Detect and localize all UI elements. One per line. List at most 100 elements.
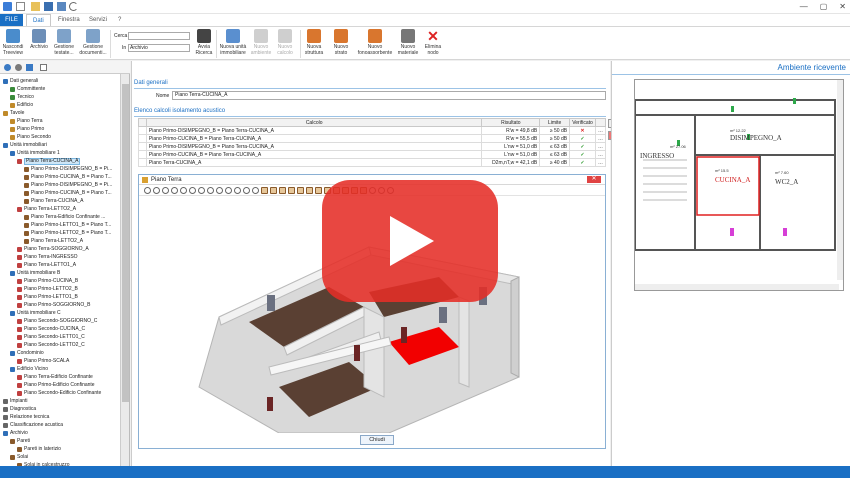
- tree-node[interactable]: Relazione tecnica: [3, 414, 49, 421]
- row-menu-button[interactable]: …: [594, 150, 607, 159]
- tree-node[interactable]: Piano Primo-LETTO2_B: [17, 286, 78, 293]
- persp-icon[interactable]: [297, 187, 304, 194]
- tree-node[interactable]: Piano Terra-CUCINA_A: [17, 158, 81, 165]
- col-calcolo[interactable]: Calcolo: [145, 118, 483, 127]
- maximize-icon[interactable]: ▢: [820, 2, 828, 11]
- tab-file[interactable]: FILE: [0, 14, 23, 26]
- archivio-button[interactable]: Archivio: [28, 29, 50, 51]
- video-play-overlay[interactable]: [322, 180, 498, 302]
- zoom-out-icon[interactable]: [153, 187, 160, 194]
- tree-node[interactable]: Pareti in laterizio: [17, 446, 61, 453]
- tree-node[interactable]: Dati generali: [3, 78, 38, 85]
- tree-node[interactable]: Piano Primo-DISIMPEGNO_B = Pi...: [24, 166, 112, 173]
- tree-node[interactable]: Diagnostica: [3, 406, 36, 413]
- row-menu-button[interactable]: …: [594, 142, 607, 151]
- cut-icon[interactable]: [306, 187, 313, 194]
- close-icon[interactable]: ✕: [839, 2, 846, 11]
- zoom-window-icon[interactable]: [162, 187, 169, 194]
- rotate-icon[interactable]: [207, 187, 214, 194]
- nuovo-fonoassorbente-button[interactable]: Nuovo fonoassorbente: [356, 29, 394, 56]
- tree-scrollbar[interactable]: [121, 74, 130, 466]
- tree-node[interactable]: Piano Secondo: [10, 134, 51, 141]
- floor-plan-view[interactable]: m² 12.22 DISIMPEGNO_A m² 27.06 m² 15.5 C…: [634, 79, 844, 291]
- expand-icon[interactable]: [15, 64, 22, 71]
- tree-node[interactable]: Piano Primo-LETTO1_B: [17, 294, 78, 301]
- table-row[interactable]: Piano Primo-DISIMPEGNO_B = Piano Terra-C…: [138, 126, 607, 135]
- tree-node[interactable]: Piano Primo-CUCINA_B = Piano T...: [24, 190, 112, 197]
- front-view-icon[interactable]: [270, 187, 277, 194]
- tree-node[interactable]: Piano Primo-DISIMPEGNO_B = Pi...: [24, 182, 112, 189]
- pan-icon[interactable]: [189, 187, 196, 194]
- tree-node[interactable]: Classificazione acustica: [3, 422, 63, 429]
- tree-node[interactable]: Edificio Vicino: [10, 366, 48, 373]
- tree-node[interactable]: Piano Terra: [10, 118, 42, 125]
- tree-node[interactable]: Unità immobiliari: [3, 142, 47, 149]
- table-row[interactable]: Piano Primo-CUCINA_B = Piano Terra-CUCIN…: [138, 134, 607, 143]
- nuovo-ambiente-button[interactable]: Nuovo ambiente: [250, 29, 272, 56]
- tree-node[interactable]: Piano Primo-SOGGIORNO_B: [17, 302, 90, 309]
- tree-node[interactable]: Impianti: [3, 398, 28, 405]
- iso-view-icon[interactable]: [288, 187, 295, 194]
- table-row[interactable]: Piano Primo-CUCINA_B = Piano Terra-CUCIN…: [138, 150, 607, 159]
- tree-node[interactable]: Committente: [10, 86, 45, 93]
- tree-node[interactable]: Unità immobiliare B: [10, 270, 60, 277]
- top-view-icon[interactable]: [261, 187, 268, 194]
- tree-node[interactable]: Piano Terra-SOGGIORNO_A: [17, 246, 89, 253]
- tab-servizi[interactable]: Servizi: [83, 14, 113, 26]
- tree-node[interactable]: Unità immobiliare 1: [10, 150, 60, 157]
- row-menu-button[interactable]: …: [594, 126, 607, 135]
- tree-node[interactable]: Piano Terra-INGRESSO: [17, 254, 78, 261]
- tree-node[interactable]: Piano Terra-LETTO2_A: [17, 206, 76, 213]
- search-scope-select[interactable]: Archivio: [128, 44, 190, 52]
- tree-node[interactable]: Piano Primo-LETTO2_B = Piano T...: [24, 230, 111, 237]
- tree-node[interactable]: Piano Terra-LETTO2_A: [24, 238, 83, 245]
- scroll-thumb[interactable]: [122, 84, 129, 402]
- minimize-icon[interactable]: —: [800, 2, 808, 11]
- nuovo-calcolo-button[interactable]: Nuovo calcolo: [274, 29, 296, 56]
- nuovo-strato-button[interactable]: Nuovo strato: [330, 29, 352, 56]
- open-folder-icon[interactable]: [31, 2, 40, 11]
- tree-node[interactable]: Piano Terra-Edificio Confinante: [17, 374, 93, 381]
- gestione-documenti-button[interactable]: Gestione documenti...: [79, 29, 107, 56]
- elimina-nodo-button[interactable]: ✕ Elimina nodo: [423, 29, 443, 56]
- row-menu-button[interactable]: …: [594, 134, 607, 143]
- solid-icon[interactable]: [252, 187, 259, 194]
- tree-node[interactable]: Piano Primo-Edificio Confinante: [17, 382, 95, 389]
- camera-icon[interactable]: [225, 187, 232, 194]
- tree-node[interactable]: Piano Primo-CUCINA_B = Piano T...: [24, 174, 112, 181]
- zoom-prev-icon[interactable]: [180, 187, 187, 194]
- tree-node[interactable]: Tecnico: [10, 94, 34, 101]
- tab-finestra[interactable]: Finestra: [52, 14, 86, 26]
- tab-help[interactable]: ?: [112, 14, 127, 26]
- nascondi-treeview-button[interactable]: Nascondi Treeview: [2, 29, 24, 56]
- save-icon[interactable]: [44, 2, 53, 11]
- tree-node[interactable]: Condominio: [10, 350, 44, 357]
- col-verificato[interactable]: Verificato: [569, 118, 596, 127]
- tree-node[interactable]: Tavole: [3, 110, 24, 117]
- nuova-struttura-button[interactable]: Nuova struttura: [302, 29, 326, 56]
- view-icon[interactable]: [234, 187, 241, 194]
- search-input[interactable]: [128, 32, 190, 40]
- zoom-in-icon[interactable]: [144, 187, 151, 194]
- zoom-extents-icon[interactable]: [171, 187, 178, 194]
- refresh-icon[interactable]: [4, 64, 11, 71]
- tree-node[interactable]: Piano Secondo-LETTO1_C: [17, 334, 85, 341]
- plan-vscroll[interactable]: [837, 80, 843, 280]
- save-as-icon[interactable]: [57, 2, 66, 11]
- chiudi-button[interactable]: Chiudi: [360, 435, 394, 445]
- new-file-icon[interactable]: [16, 2, 25, 11]
- measure-icon[interactable]: [315, 187, 322, 194]
- tree-node[interactable]: Archivio: [3, 430, 28, 437]
- table-row[interactable]: Piano Primo-DISIMPEGNO_B = Piano Terra-C…: [138, 142, 607, 151]
- tree-node[interactable]: Piano Primo-CUCINA_B: [17, 278, 78, 285]
- avvia-ricerca-button[interactable]: Avvia Ricerca: [194, 29, 214, 56]
- nuovo-materiale-button[interactable]: Nuovo materiale: [396, 29, 420, 56]
- tab-dati[interactable]: Dati: [26, 14, 51, 26]
- table-row[interactable]: Piano Terra-CUCINA_A D2m,nT,w = 42,1 dB ≥ …: [138, 158, 607, 167]
- nuova-unita-button[interactable]: Nuova unità immobiliare: [219, 29, 247, 56]
- tree-node[interactable]: Piano Secondo-SOGGIORNO_C: [17, 318, 97, 325]
- tree-node[interactable]: Edificio: [10, 102, 33, 109]
- col-risultato[interactable]: Risultato: [481, 118, 541, 127]
- tree-node[interactable]: Piano Primo-LETTO1_B = Piano T...: [24, 222, 111, 229]
- tree-node[interactable]: Piano Terra-LETTO1_A: [17, 262, 76, 269]
